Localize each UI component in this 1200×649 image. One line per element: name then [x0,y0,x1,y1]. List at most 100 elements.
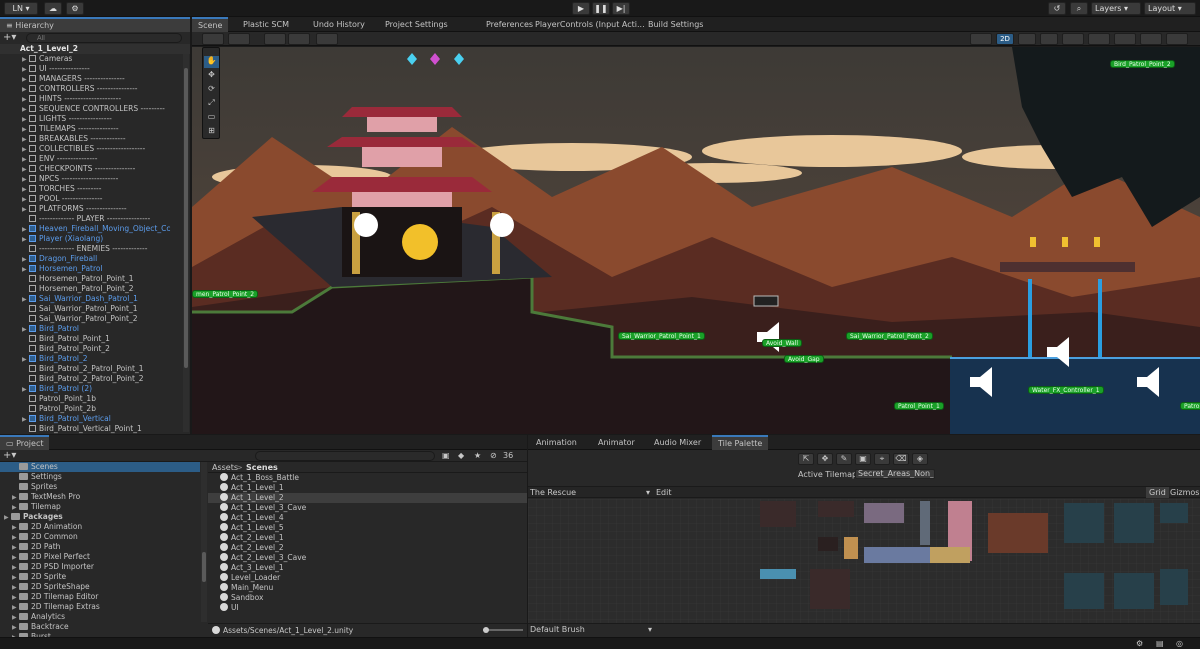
project-folder-item[interactable]: Scenes [0,462,200,472]
tab-palette-2[interactable]: Audio Mixer [648,435,707,450]
hierarchy-item[interactable]: ▶ ENV --------------- [22,154,182,164]
label-avoid-wall[interactable]: Avoid_Wall [762,339,803,347]
hierarchy-item[interactable]: ▶ Heaven_Fireball_Moving_Object_Cc [22,224,182,234]
breadcrumb-scenes[interactable]: Scenes [246,462,278,473]
tile-palette-grid[interactable] [528,499,1200,623]
hierarchy-item[interactable]: ▶ Player (Xiaolang) [22,234,182,244]
move-tool-icon[interactable]: ✥ [204,70,219,82]
hierarchy-item[interactable]: Bird_Patrol_Point_1 [22,334,182,344]
scene-file-item[interactable]: Act_1_Level_4 [208,513,527,523]
grid-toggle[interactable]: Grid [1146,487,1169,498]
scene-file-item[interactable]: Act_2_Level_1 [208,533,527,543]
scene-canvas[interactable] [192,47,1200,434]
align-icon[interactable] [316,33,338,45]
tab-project[interactable]: ▭ Project [0,435,50,450]
project-tree-scrollbar[interactable] [201,462,207,622]
project-folder-item[interactable]: ▶ Packages [0,512,200,522]
cloud-icon[interactable]: ☁ [44,2,62,15]
brush-dropdown[interactable]: Default Brush ▾ [530,624,652,635]
label-horsemen-point[interactable]: men_Patrol_Point_2 [192,290,259,298]
tab-palette-3[interactable]: Tile Palette [712,435,769,450]
search-icon[interactable]: ⌕ [1070,2,1088,15]
hierarchy-item[interactable]: ▶ MANAGERS --------------- [22,74,182,84]
hierarchy-item[interactable]: ▶ LIGHTS ---------------- [22,114,182,124]
scene-file-item[interactable]: Level_Loader [208,573,527,583]
label-patrol-point[interactable]: Patrol_Point_1 [894,402,944,410]
tab-scene-6[interactable]: Build Settings [642,17,709,32]
eraser-icon[interactable]: ⌫ [893,453,909,465]
hierarchy-item[interactable]: Bird_Patrol_2_Patrol_Point_1 [22,364,182,374]
hierarchy-item[interactable]: Horsemen_Patrol_Point_2 [22,284,182,294]
picker-icon[interactable]: ⌖ [874,453,890,465]
tab-palette-1[interactable]: Animator [592,435,641,450]
project-folder-item[interactable]: ▶ TextMesh Pro [0,492,200,502]
label-patrol-point-edge[interactable]: Patro [1180,402,1200,410]
select-tool-icon[interactable]: ⇱ [798,453,814,465]
hierarchy-item[interactable]: ▶ COLLECTIBLES ------------------ [22,144,182,154]
hierarchy-item[interactable]: Patrol_Point_1b [22,394,182,404]
hierarchy-item[interactable]: Bird_Patrol_Point_2 [22,344,182,354]
increment-snap-icon[interactable] [288,33,310,45]
scene-file-item[interactable]: Act_2_Level_2 [208,543,527,553]
hierarchy-item[interactable]: Sai_Warrior_Patrol_Point_1 [22,304,182,314]
tab-scene-0[interactable]: Scene [192,17,229,32]
hierarchy-item[interactable]: ------------- ENEMIES ------------- [22,244,182,254]
label-sai-point-2[interactable]: Sai_Warrior_Patrol_Point_2 [846,332,933,340]
icon-size-slider[interactable] [483,627,523,633]
cache-icon[interactable]: ▤ [1156,638,1164,649]
scene-file-item[interactable]: Act_1_Level_1 [208,483,527,493]
hierarchy-item[interactable]: ▶ UI --------------- [22,64,182,74]
audio-toggle-icon[interactable] [1040,33,1058,45]
edit-button[interactable]: Edit [656,487,672,498]
scene-file-item[interactable]: Act_3_Level_1 [208,563,527,573]
hierarchy-item[interactable]: ------------- PLAYER ---------------- [22,214,182,224]
rect-tool-icon[interactable]: ▭ [204,112,219,124]
scale-tool-icon[interactable]: ⤢ [204,98,219,110]
bug-icon[interactable]: ⚙ [1136,638,1143,649]
filter-label-icon[interactable]: ◆ [458,450,464,462]
hierarchy-item[interactable]: ▶ Bird_Patrol_Vertical [22,414,182,424]
account-dropdown[interactable]: LN ▾ [4,2,38,15]
scene-file-item[interactable]: Act_1_Level_5 [208,523,527,533]
tab-scene-1[interactable]: Plastic SCM [237,17,295,32]
box-fill-icon[interactable]: ▣ [855,453,871,465]
project-folder-item[interactable]: ▶ 2D Pixel Perfect [0,552,200,562]
tab-scene-5[interactable]: PlayerControls (Input Acti... [529,17,651,32]
create-icon[interactable]: +▾ [3,450,16,462]
palette-dropdown[interactable]: The Rescue ▾ [530,487,650,498]
hierarchy-item[interactable]: ▶ Horsemen_Patrol [22,264,182,274]
hierarchy-search-input[interactable] [26,33,182,43]
layout-dropdown[interactable]: Layout ▾ [1144,2,1196,15]
visibility-icon[interactable] [1088,33,1110,45]
hierarchy-item[interactable]: ▶ CHECKPOINTS --------------- [22,164,182,174]
camera-settings-icon[interactable] [1114,33,1136,45]
project-folder-item[interactable]: ▶ 2D SpriteShape [0,582,200,592]
collab-icon[interactable]: ⚙ [66,2,84,15]
hierarchy-item[interactable]: ▶ PLATFORMS --------------- [22,204,182,214]
history-icon[interactable]: ↺ [1048,2,1066,15]
label-water-controller[interactable]: Water_FX_Controller_1 [1028,386,1104,394]
fill-bucket-icon[interactable]: ◈ [912,453,928,465]
project-folder-item[interactable]: ▶ Backtrace [0,622,200,632]
scene-file-item[interactable]: UI [208,603,527,613]
hierarchy-item[interactable]: ▶ HINTS --------------------- [22,94,182,104]
project-folder-item[interactable]: ▶ 2D Path [0,542,200,552]
gizmos-icon[interactable] [1140,33,1162,45]
hidden-packages-icon[interactable]: ⊘ [490,450,497,462]
hierarchy-item[interactable]: ▶ BREAKABLES ------------- [22,134,182,144]
label-avoid-gap[interactable]: Avoid_Gap [784,355,824,363]
project-folder-item[interactable]: ▶ Tilemap [0,502,200,512]
paint-brush-icon[interactable]: ✎ [836,453,852,465]
project-folder-item[interactable]: ▶ 2D PSD Importer [0,562,200,572]
hierarchy-item[interactable]: ▶ NPCS --------------------- [22,174,182,184]
label-sai-point-1[interactable]: Sai_Warrior_Patrol_Point_1 [618,332,705,340]
scene-file-item[interactable]: Act_1_Level_2 [208,493,527,503]
transform-tool-icon[interactable]: ⊞ [204,126,219,138]
scene-file-item[interactable]: Sandbox [208,593,527,603]
tab-scene-2[interactable]: Undo History [307,17,371,32]
hierarchy-item[interactable]: ▶ Bird_Patrol [22,324,182,334]
hierarchy-item[interactable]: Patrol_Point_2b [22,404,182,414]
project-search-input[interactable] [255,451,435,461]
scene-file-item[interactable]: Act_2_Level_3_Cave [208,553,527,563]
render-mode-icon[interactable] [228,33,250,45]
